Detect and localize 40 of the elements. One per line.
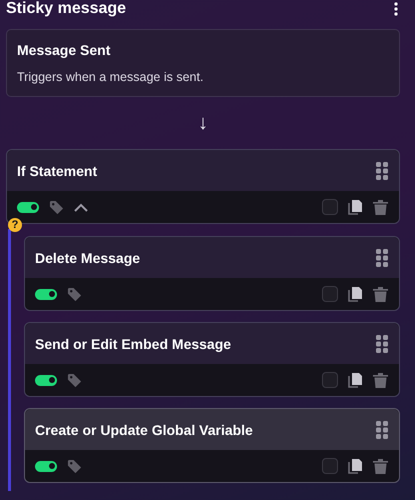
card-header[interactable]: Create or Update Global Variable <box>25 409 399 450</box>
enable-toggle[interactable] <box>35 288 57 300</box>
copy-icon[interactable] <box>348 372 363 388</box>
select-checkbox[interactable] <box>322 286 338 302</box>
trash-icon[interactable] <box>373 199 388 215</box>
enable-toggle[interactable] <box>35 374 57 386</box>
drag-handle-icon[interactable] <box>376 334 388 352</box>
copy-icon[interactable] <box>348 458 363 474</box>
tag-icon[interactable] <box>67 458 82 474</box>
trash-icon[interactable] <box>373 458 388 474</box>
action-title: Delete Message <box>35 250 140 266</box>
tag-icon[interactable] <box>49 200 64 214</box>
enable-toggle[interactable] <box>17 202 39 212</box>
action-title: Send or Edit Embed Message <box>35 336 232 352</box>
card-header[interactable]: Delete Message <box>25 237 399 278</box>
enable-toggle[interactable] <box>35 460 57 472</box>
trigger-card[interactable]: Message Sent Triggers when a message is sent. <box>6 29 400 97</box>
copy-icon[interactable] <box>348 199 363 215</box>
select-checkbox[interactable] <box>322 458 338 474</box>
trash-icon[interactable] <box>373 286 388 302</box>
tag-icon[interactable] <box>67 286 82 302</box>
page-title: Sticky message <box>6 0 126 17</box>
more-icon[interactable] <box>394 2 398 16</box>
card-header[interactable]: Send or Edit Embed Message <box>25 323 399 364</box>
tag-icon[interactable] <box>67 372 82 388</box>
drag-handle-icon[interactable] <box>376 162 388 180</box>
help-badge[interactable]: ? <box>8 218 22 232</box>
card-header[interactable]: If Statement <box>7 150 399 191</box>
chevron-icon[interactable] <box>74 202 88 212</box>
trigger-description: Triggers when a message is sent. <box>17 70 204 84</box>
flow-arrow: ↓ <box>198 113 208 133</box>
trigger-title: Message Sent <box>17 42 112 58</box>
drag-handle-icon[interactable] <box>376 420 388 438</box>
action-title: Create or Update Global Variable <box>35 422 253 438</box>
select-checkbox[interactable] <box>322 372 338 388</box>
drag-handle-icon[interactable] <box>376 248 388 266</box>
select-checkbox[interactable] <box>322 199 338 215</box>
action-title: If Statement <box>17 162 98 178</box>
trash-icon[interactable] <box>373 372 388 388</box>
copy-icon[interactable] <box>348 286 363 302</box>
